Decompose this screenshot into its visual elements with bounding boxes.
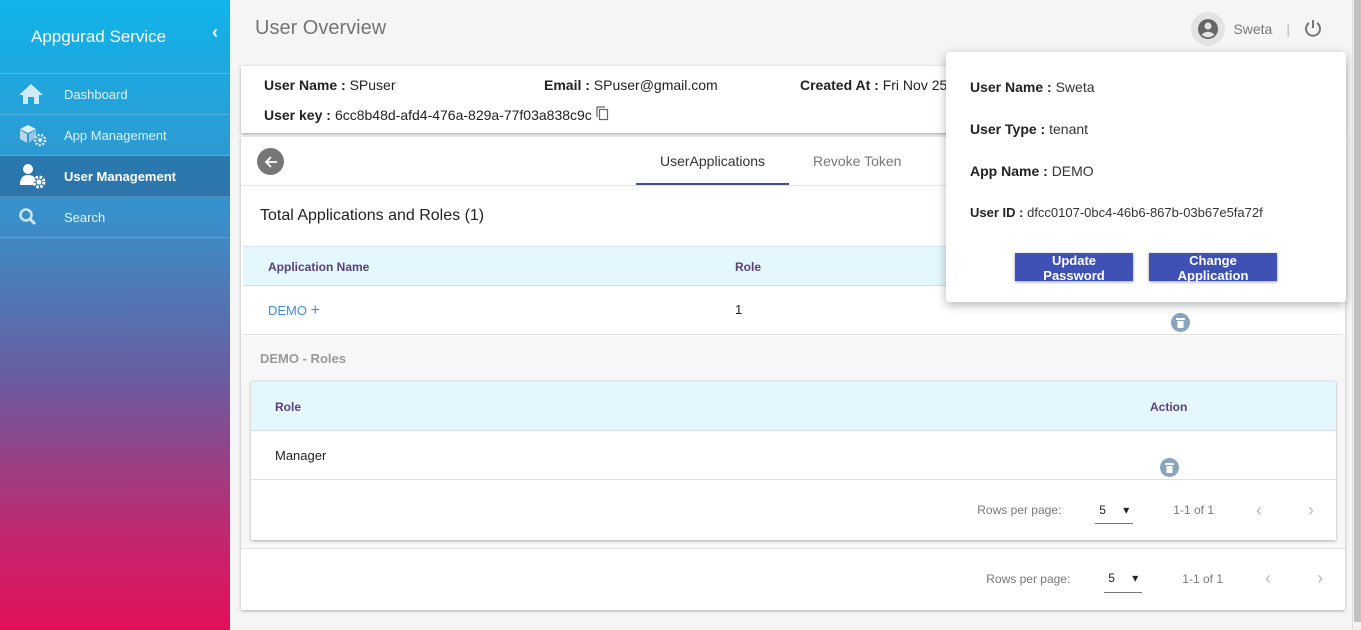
info-email: Email : SPuser@gmail.com [544, 77, 718, 93]
back-arrow-icon[interactable] [257, 148, 284, 175]
brand-title: Appgurad Service [31, 26, 167, 46]
popup-username: User Name : Sweta [970, 79, 1095, 95]
info-created: Created At : Fri Nov 25 [800, 77, 948, 93]
user-profile-popup: User Name : Sweta User Type : tenant App… [946, 52, 1346, 302]
sidebar-item-user-management[interactable]: User Management [0, 156, 230, 197]
copy-icon[interactable] [596, 106, 609, 124]
next-page-icon[interactable]: › [1317, 568, 1323, 589]
app-gear-icon [0, 123, 64, 147]
scrollbar[interactable] [1352, 0, 1361, 630]
page-title: User Overview [255, 17, 387, 39]
sidebar-item-dashboard[interactable]: Dashboard [0, 74, 230, 115]
user-menu: Sweta | [1191, 12, 1322, 46]
separator: | [1286, 21, 1290, 37]
avatar[interactable] [1191, 12, 1226, 46]
current-user-name[interactable]: Sweta [1233, 21, 1272, 37]
prev-page-icon[interactable]: ‹ [1256, 500, 1262, 521]
roles-table-header: Role Action [251, 381, 1336, 431]
rows-per-page-select[interactable]: 5 ▾ [1104, 565, 1143, 593]
power-icon[interactable] [1304, 19, 1322, 40]
tab-revoke-token[interactable]: Revoke Token [813, 153, 901, 169]
scrollbar-thumb[interactable] [1354, 0, 1361, 622]
brand: Appgurad Service ‹ [0, 0, 230, 73]
popup-user-id: User ID : dfcc0107-0bc4-46b6-867b-03b67e… [970, 205, 1263, 220]
collapse-sidebar-icon[interactable]: ‹ [212, 22, 218, 43]
tab-user-applications[interactable]: UserApplications [660, 153, 765, 169]
roles-pagination: Rows per page: 5 ▾ 1-1 of 1 ‹ › [977, 480, 1336, 540]
expand-plus-icon: + [310, 302, 320, 319]
popup-app-name: App Name : DEMO [970, 163, 1094, 179]
info-user-key: User key :6cc8b48d-afd4-476a-829a-77f03a… [264, 106, 609, 124]
update-password-button[interactable]: Update Password [1015, 253, 1133, 283]
dropdown-icon: ▾ [1123, 502, 1130, 517]
roles-card: Role Action Manager Rows per page: 5 ▾ 1-… [251, 381, 1336, 540]
next-page-icon[interactable]: › [1308, 500, 1314, 521]
pagination: Rows per page: 5 ▾ 1-1 of 1 ‹ › [241, 548, 1345, 608]
home-icon [0, 83, 64, 105]
total-heading: Total Applications and Roles (1) [260, 207, 485, 224]
search-icon [0, 207, 64, 227]
trash-icon [1160, 458, 1179, 477]
change-application-button[interactable]: Change Application [1149, 253, 1277, 283]
popup-user-type: User Type : tenant [970, 121, 1089, 137]
table-row: Manager [251, 431, 1336, 480]
sidebar-item-search[interactable]: Search [0, 197, 230, 238]
active-tab-indicator [636, 183, 789, 185]
rows-per-page-select[interactable]: 5 ▾ [1095, 496, 1134, 524]
roles-title: DEMO - Roles [260, 351, 346, 366]
app-link[interactable]: DEMO + [268, 302, 320, 320]
account-icon [1198, 19, 1219, 39]
trash-icon [1171, 313, 1190, 332]
dropdown-icon: ▾ [1132, 571, 1139, 585]
sidebar: Appgurad Service ‹ Dashboard App Manageme… [0, 0, 230, 630]
sidebar-item-app-management[interactable]: App Management [0, 115, 230, 156]
user-gear-icon [0, 163, 64, 189]
prev-page-icon[interactable]: ‹ [1265, 568, 1271, 589]
info-username: User Name : SPuser [264, 77, 396, 93]
